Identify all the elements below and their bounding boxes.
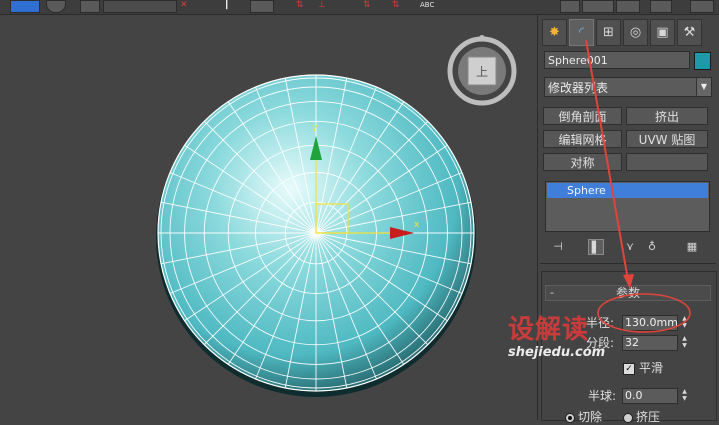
smooth-label: 平滑 — [639, 361, 664, 375]
selection-filter-field[interactable] — [103, 0, 177, 13]
motion-icon: ◎ — [629, 25, 642, 40]
modifier-stack: Sphere — [545, 181, 710, 232]
viewcube-top-face[interactable]: 上 — [476, 65, 488, 79]
modifier-list-label: 修改器列表 — [548, 81, 609, 95]
command-panel-tabs: ✸ ◜ ⊞ ◎ ▣ ⚒ — [538, 19, 719, 47]
viewport-canvas: y x 上 — [156, 35, 517, 397]
radius-field[interactable]: 130.0mm — [622, 315, 678, 331]
uvw-map-button[interactable]: UVW 贴图 — [626, 130, 708, 148]
sun-icon: ✸ — [549, 25, 560, 40]
chop-radio[interactable] — [565, 413, 575, 423]
show-end-result-icon[interactable]: ▌ — [588, 239, 604, 255]
tab-motion[interactable]: ◎ — [623, 19, 648, 46]
layer-button[interactable] — [250, 0, 274, 13]
mirror-icon[interactable]: ⇅ — [296, 0, 304, 11]
segments-field[interactable]: 32 — [622, 335, 678, 351]
parameters-title: 参数 — [615, 286, 640, 300]
watermark-cn: 设解读 — [508, 315, 590, 345]
pin-stack-icon[interactable]: ⊣ — [550, 239, 566, 255]
modify-icon: ◜ — [578, 25, 585, 40]
chop-label: 切除 — [578, 410, 603, 424]
tab-create[interactable]: ✸ — [542, 19, 567, 46]
edit-mesh-button[interactable]: 编辑网格 — [543, 130, 622, 148]
tab-utilities[interactable]: ⚒ — [677, 19, 702, 46]
stack-toolbar: ⊣ ▌ ⋎ ♁ ▦ — [544, 239, 714, 257]
segments-spinner[interactable]: ▲ ▼ — [679, 335, 690, 351]
schematic-button[interactable] — [582, 0, 614, 13]
spacing-icon[interactable]: ⇅ — [392, 0, 400, 11]
material-editor-button[interactable] — [616, 0, 640, 13]
configure-modifier-sets-icon[interactable]: ▦ — [684, 239, 700, 255]
chevron-down-icon: ▼ — [696, 78, 711, 96]
hemisphere-label: 半球: — [588, 389, 617, 403]
snap-icon[interactable]: ✕ — [180, 0, 188, 11]
align-icon[interactable]: ⊥ — [318, 0, 326, 11]
symmetry-button[interactable]: 对称 — [543, 153, 622, 171]
divider — [540, 263, 716, 264]
hemisphere-field[interactable]: 0.0 — [622, 388, 678, 404]
modifier-list-dropdown[interactable]: 修改器列表 ▼ — [544, 77, 712, 97]
curve-editor-button[interactable] — [560, 0, 580, 13]
tab-hierarchy[interactable]: ⊞ — [596, 19, 621, 46]
stack-item-sphere[interactable]: Sphere — [547, 183, 708, 198]
object-name-field[interactable]: Sphere001 — [544, 51, 690, 69]
display-icon: ▣ — [656, 25, 669, 40]
pin-icon[interactable]: ┃ — [224, 0, 229, 11]
bevel-profile-button[interactable]: 倒角剖面 — [543, 107, 622, 125]
viewport-top[interactable]: y x 上 — [0, 15, 536, 420]
extrude-button[interactable]: 挤出 — [626, 107, 708, 125]
remove-modifier-icon[interactable]: ♁ — [644, 239, 660, 255]
window-select-button[interactable] — [80, 0, 100, 13]
tab-modify[interactable]: ◜ — [569, 19, 594, 46]
render-setup-button[interactable] — [650, 0, 672, 13]
tab-display[interactable]: ▣ — [650, 19, 675, 46]
viewcube[interactable]: 上 — [447, 35, 517, 106]
spell-check-icon[interactable]: ABC — [420, 0, 434, 11]
hemisphere-spinner[interactable]: ▲ ▼ — [679, 388, 690, 404]
parameters-rollout-header[interactable]: - 参数 — [545, 285, 711, 301]
main-toolbar: ✕ ┃ ⇅ ⊥ ⇅ ⇅ ABC — [0, 0, 719, 15]
radius-spinner[interactable]: ▲ ▼ — [679, 315, 690, 331]
hierarchy-icon: ⊞ — [603, 25, 614, 40]
squash-radio[interactable] — [623, 413, 633, 423]
object-color-swatch[interactable] — [694, 52, 711, 70]
watermark-en: shejiedu.com — [508, 345, 606, 360]
watermark: 设解读 shejiedu.com — [508, 315, 628, 375]
select-tool-button[interactable] — [10, 0, 40, 13]
make-unique-icon[interactable]: ⋎ — [622, 239, 638, 255]
array-icon[interactable]: ⇅ — [363, 0, 371, 11]
y-axis-label: y — [312, 123, 318, 133]
squash-label: 挤压 — [636, 410, 661, 424]
empty-modifier-button[interactable] — [626, 153, 708, 171]
render-button[interactable] — [690, 0, 714, 13]
x-axis-label: x — [414, 220, 420, 230]
circle-select-button[interactable] — [46, 0, 66, 13]
utilities-hammer-icon: ⚒ — [683, 25, 696, 40]
